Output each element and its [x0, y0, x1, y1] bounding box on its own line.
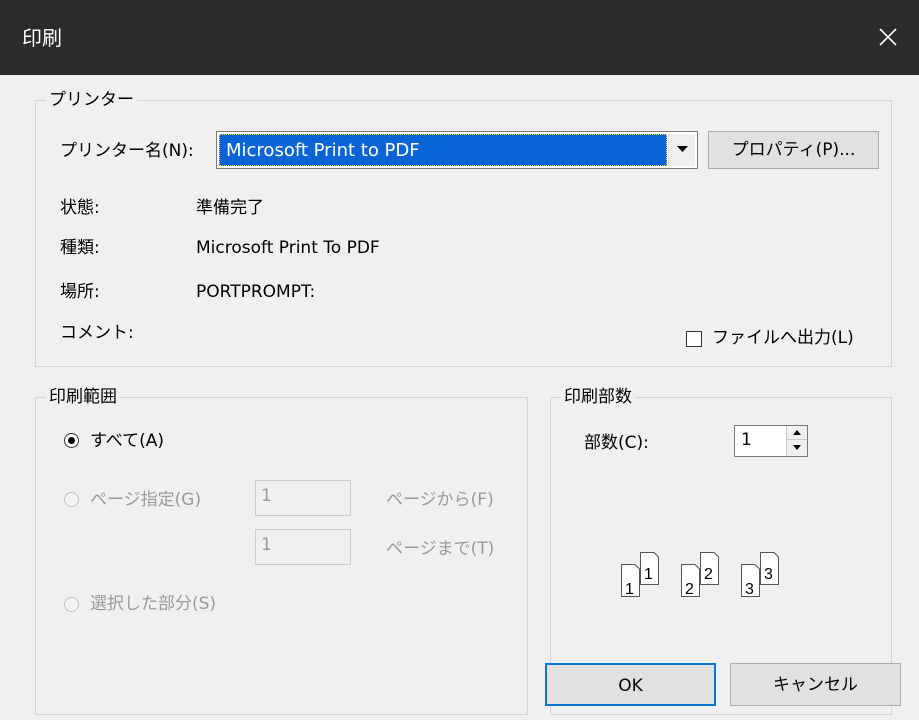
- status-label: 状態:: [60, 198, 100, 218]
- page-from-input[interactable]: 1: [255, 480, 351, 516]
- spin-up-button[interactable]: [787, 426, 807, 440]
- window-title: 印刷: [22, 26, 62, 50]
- collate-digit: 1: [644, 566, 653, 583]
- range-pages-radio[interactable]: [64, 492, 79, 507]
- arrow-up-icon: [793, 430, 801, 435]
- printer-select[interactable]: Microsoft Print to PDF: [216, 131, 698, 169]
- copies-value: 1: [741, 430, 752, 450]
- comment-label: コメント:: [60, 323, 134, 343]
- collate-digit: 1: [625, 581, 634, 598]
- range-selection-radio[interactable]: [64, 597, 79, 612]
- page-to-label: ページまで(T): [386, 539, 495, 559]
- print-to-file-checkbox[interactable]: [686, 331, 702, 347]
- close-icon: [879, 28, 897, 46]
- type-value: Microsoft Print To PDF: [196, 238, 380, 258]
- arrow-down-icon: [793, 445, 801, 450]
- range-all-radio[interactable]: [64, 433, 79, 448]
- printer-select-value: Microsoft Print to PDF: [226, 140, 420, 161]
- location-value: PORTPROMPT:: [196, 282, 316, 302]
- title-bar: 印刷: [0, 0, 919, 75]
- collate-digit: 2: [704, 566, 713, 583]
- chevron-down-icon: [677, 146, 688, 152]
- printer-name-label: プリンター名(N):: [60, 141, 194, 161]
- type-label: 種類:: [60, 238, 100, 258]
- collate-digit: 2: [685, 581, 694, 598]
- copies-label: 部数(C):: [584, 433, 649, 453]
- cancel-button[interactable]: キャンセル: [730, 663, 901, 706]
- collate-digit: 3: [764, 566, 773, 583]
- collate-digit: 3: [745, 581, 754, 598]
- page-to-input[interactable]: 1: [255, 529, 351, 565]
- dialog-body: プリンター プリンター名(N): Microsoft Print to PDF …: [0, 75, 919, 720]
- properties-button[interactable]: プロパティ(P)...: [708, 131, 879, 169]
- range-all-label[interactable]: すべて(A): [90, 430, 164, 452]
- page-from-label: ページから(F): [386, 490, 494, 510]
- spin-down-button[interactable]: [787, 441, 807, 455]
- printer-select-highlight: Microsoft Print to PDF: [219, 134, 667, 166]
- collate-icon: 1 1 2 2 3 3: [621, 552, 779, 598]
- ok-button[interactable]: OK: [545, 663, 716, 706]
- print-to-file-label[interactable]: ファイルへ出力(L): [712, 327, 854, 349]
- printer-group-legend: プリンター: [46, 89, 137, 111]
- print-range-legend: 印刷範囲: [46, 386, 120, 408]
- radio-selected-dot: [68, 437, 75, 444]
- close-button[interactable]: [859, 0, 919, 75]
- range-pages-label[interactable]: ページ指定(G): [90, 489, 201, 511]
- printer-dropdown-button[interactable]: [668, 134, 695, 166]
- copies-legend: 印刷部数: [561, 386, 635, 408]
- location-label: 場所:: [60, 282, 100, 302]
- copies-spinner[interactable]: [786, 426, 807, 456]
- status-value: 準備完了: [196, 198, 264, 218]
- range-selection-label[interactable]: 選択した部分(S): [90, 593, 216, 615]
